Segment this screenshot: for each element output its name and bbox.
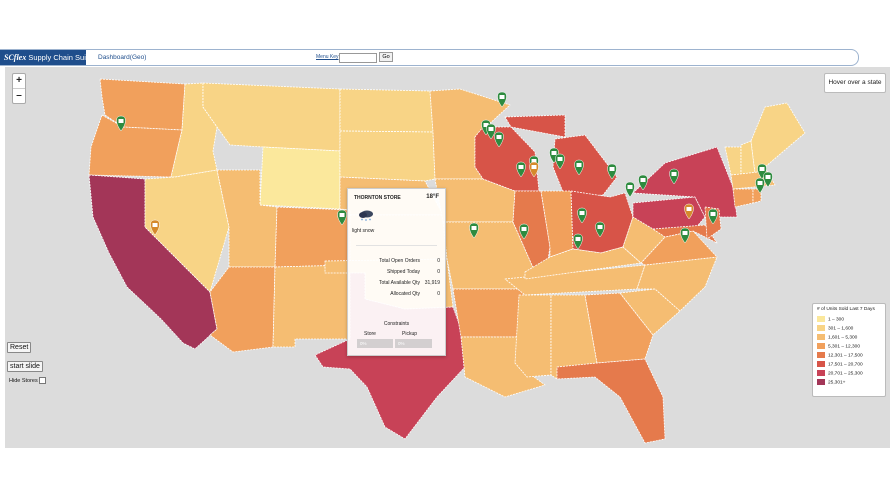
stat-label: Shipped Today [387,269,420,275]
reset-button[interactable]: Reset [7,342,32,353]
legend-item: 5,301 – 12,300 [817,343,860,351]
constraints-title: Constraints [383,321,410,327]
state-ms[interactable] [514,294,552,378]
start-slide-button[interactable]: start slide [7,361,43,372]
legend-swatch [817,370,825,376]
popup-divider [356,245,437,246]
go-button[interactable]: Go [379,52,393,62]
state-ar[interactable] [452,288,526,338]
stat-row: Allocated Qty 0 [352,291,442,299]
app-brand[interactable]: SCflex Supply Chain Suite [0,50,92,65]
state-info-box: Hover over a state [824,73,886,93]
legend-swatch [817,379,825,385]
stat-label: Total Available Qty [378,280,420,286]
hide-stores-toggle[interactable]: Hide Stores [9,377,46,384]
stat-row: Total Open Orders 0 [352,258,442,266]
stat-row: Total Available Qty 31,919 [352,280,442,288]
us-choropleth-map[interactable] [5,67,890,448]
map-legend: # of Units Sold Last 7 Days 1 – 300 301 … [812,303,886,397]
stat-label: Allocated Qty [390,291,420,297]
legend-item: 1,601 – 5,300 [817,334,857,342]
dashboard-title: Dashboard(Geo) [98,54,147,61]
store-constraint-bar: 0% [357,339,393,348]
pickup-constraint-bar: 0% [395,339,432,348]
state-sd[interactable] [339,130,436,182]
pickup-constraint-label: Pickup [402,331,418,337]
hide-stores-checkbox[interactable] [38,377,46,384]
legend-item: 20,701 – 25,300 [817,370,863,378]
state-ct[interactable] [732,188,754,208]
menu-key-label: Menu Key [316,54,339,60]
legend-item: 25,301+ [817,379,845,387]
stat-value: 0 [437,258,440,264]
legend-swatch [817,316,825,322]
legend-swatch [817,325,825,331]
zoom-control: + – [12,73,26,104]
zoom-out-button[interactable]: – [13,89,25,103]
menu-key-input[interactable] [339,53,377,63]
store-temperature: 18°F [426,194,439,200]
state-az[interactable] [209,266,276,353]
state-me[interactable] [750,102,806,174]
store-popup: THORNTON STORE 18°F light snow Total Ope… [347,188,446,356]
stat-row: Shipped Today 0 [352,269,442,277]
brand-logo: SCflex [4,53,27,62]
legend-item: 12,301 – 17,500 [817,352,863,360]
legend-swatch [817,334,825,340]
store-constraint-label: Store [364,331,376,337]
state-vt[interactable] [724,146,742,176]
state-nm[interactable] [272,264,351,348]
zoom-in-button[interactable]: + [13,74,25,89]
legend-title: # of Units Sold Last 7 Days [817,307,875,312]
stat-value: 0 [437,269,440,275]
state-wy[interactable] [259,146,341,210]
store-pin-icon[interactable] [625,181,635,198]
legend-swatch [817,352,825,358]
top-nav-bar: SCflex Supply Chain Suite Dashboard(Geo)… [0,49,859,66]
state-mt[interactable] [202,82,341,152]
brand-name: Supply Chain Suite [28,53,93,62]
legend-swatch [817,343,825,349]
legend-swatch [817,361,825,367]
state-fl[interactable] [556,358,666,444]
stat-value: 0 [437,291,440,297]
stat-value: 31,919 [424,280,440,286]
stat-label: Total Open Orders [379,258,420,264]
legend-item: 301 – 1,600 [817,325,853,333]
hide-stores-label: Hide Stores [9,377,38,384]
snow-cloud-icon [359,210,373,221]
legend-item: 1 – 300 [817,316,844,324]
geo-map[interactable]: + – Hover over a state Reset start slide… [5,67,890,448]
state-nd[interactable] [339,88,434,133]
legend-item: 17,501 – 20,700 [817,361,863,369]
weather-condition: light snow [352,228,375,234]
store-name: THORNTON STORE [354,195,401,201]
